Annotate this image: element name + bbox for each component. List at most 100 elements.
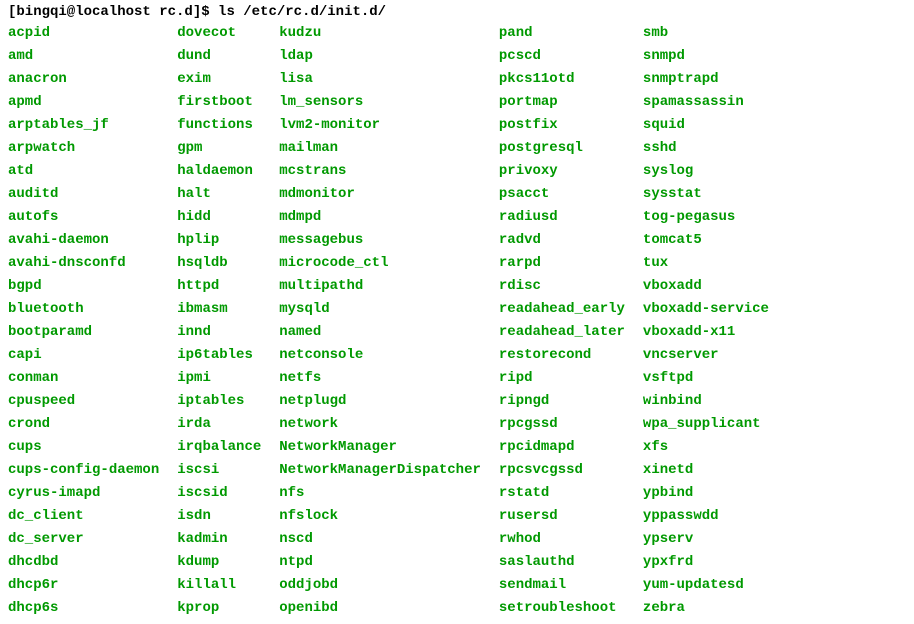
ls-output: acpid amd anacron apmd arptables_jf arpw… [8, 22, 906, 620]
file-entry: gpm [177, 137, 261, 160]
terminal-prompt-line: [bingqi@localhost rc.d]$ ls /etc/rc.d/in… [8, 4, 906, 20]
ls-column-1: dovecot dund exim firstboot functions gp… [177, 22, 261, 620]
file-entry: rstatd [499, 482, 625, 505]
file-entry: ipmi [177, 367, 261, 390]
file-entry: postfix [499, 114, 625, 137]
file-entry: vncserver [643, 344, 769, 367]
file-entry: avahi-dnsconfd [8, 252, 159, 275]
file-entry: xinetd [643, 459, 769, 482]
file-entry: netconsole [279, 344, 481, 367]
file-entry: kdump [177, 551, 261, 574]
file-entry: kprop [177, 597, 261, 620]
file-entry: zebra [643, 597, 769, 620]
file-entry: ntpd [279, 551, 481, 574]
file-entry: iscsid [177, 482, 261, 505]
prompt-user-host: [bingqi@localhost rc.d]$ [8, 4, 218, 20]
file-entry: mcstrans [279, 160, 481, 183]
file-entry: rpcgssd [499, 413, 625, 436]
file-entry: vboxadd [643, 275, 769, 298]
file-entry: apmd [8, 91, 159, 114]
file-entry: vboxadd-service [643, 298, 769, 321]
file-entry: rdisc [499, 275, 625, 298]
file-entry: dc_client [8, 505, 159, 528]
file-entry: rarpd [499, 252, 625, 275]
file-entry: messagebus [279, 229, 481, 252]
file-entry: saslauthd [499, 551, 625, 574]
file-entry: irqbalance [177, 436, 261, 459]
file-entry: postgresql [499, 137, 625, 160]
file-entry: vsftpd [643, 367, 769, 390]
file-entry: killall [177, 574, 261, 597]
file-entry: hsqldb [177, 252, 261, 275]
file-entry: rwhod [499, 528, 625, 551]
file-entry: cyrus-imapd [8, 482, 159, 505]
file-entry: ypserv [643, 528, 769, 551]
file-entry: pcscd [499, 45, 625, 68]
file-entry: named [279, 321, 481, 344]
file-entry: nfs [279, 482, 481, 505]
file-entry: httpd [177, 275, 261, 298]
file-entry: syslog [643, 160, 769, 183]
file-entry: anacron [8, 68, 159, 91]
file-entry: tomcat5 [643, 229, 769, 252]
file-entry: psacct [499, 183, 625, 206]
file-entry: sysstat [643, 183, 769, 206]
file-entry: privoxy [499, 160, 625, 183]
ls-column-4: smb snmpd snmptrapd spamassassin squid s… [643, 22, 769, 620]
file-entry: auditd [8, 183, 159, 206]
file-entry: atd [8, 160, 159, 183]
file-entry: lm_sensors [279, 91, 481, 114]
file-entry: dhcp6r [8, 574, 159, 597]
file-entry: NetworkManager [279, 436, 481, 459]
file-entry: dc_server [8, 528, 159, 551]
file-entry: amd [8, 45, 159, 68]
ls-column-2: kudzu ldap lisa lm_sensors lvm2-monitor … [279, 22, 481, 620]
ls-column-3: pand pcscd pkcs11otd portmap postfix pos… [499, 22, 625, 620]
file-entry: iptables [177, 390, 261, 413]
file-entry: conman [8, 367, 159, 390]
file-entry: sendmail [499, 574, 625, 597]
file-entry: rpcidmapd [499, 436, 625, 459]
file-entry: snmptrapd [643, 68, 769, 91]
ls-column-0: acpid amd anacron apmd arptables_jf arpw… [8, 22, 159, 620]
file-entry: kudzu [279, 22, 481, 45]
file-entry: avahi-daemon [8, 229, 159, 252]
file-entry: firstboot [177, 91, 261, 114]
file-entry: dhcp6s [8, 597, 159, 620]
file-entry: radvd [499, 229, 625, 252]
file-entry: pkcs11otd [499, 68, 625, 91]
file-entry: cups [8, 436, 159, 459]
file-entry: radiusd [499, 206, 625, 229]
file-entry: setroubleshoot [499, 597, 625, 620]
file-entry: dund [177, 45, 261, 68]
file-entry: nscd [279, 528, 481, 551]
file-entry: dhcdbd [8, 551, 159, 574]
file-entry: multipathd [279, 275, 481, 298]
file-entry: lisa [279, 68, 481, 91]
file-entry: hidd [177, 206, 261, 229]
file-entry: netplugd [279, 390, 481, 413]
file-entry: autofs [8, 206, 159, 229]
file-entry: tog-pegasus [643, 206, 769, 229]
file-entry: yum-updatesd [643, 574, 769, 597]
file-entry: hplip [177, 229, 261, 252]
prompt-command: ls /etc/rc.d/init.d/ [218, 4, 386, 20]
file-entry: capi [8, 344, 159, 367]
file-entry: readahead_later [499, 321, 625, 344]
file-entry: nfslock [279, 505, 481, 528]
file-entry: oddjobd [279, 574, 481, 597]
file-entry: halt [177, 183, 261, 206]
file-entry: mysqld [279, 298, 481, 321]
file-entry: isdn [177, 505, 261, 528]
file-entry: bluetooth [8, 298, 159, 321]
file-entry: openibd [279, 597, 481, 620]
file-entry: ldap [279, 45, 481, 68]
file-entry: yppasswdd [643, 505, 769, 528]
file-entry: ripngd [499, 390, 625, 413]
file-entry: iscsi [177, 459, 261, 482]
file-entry: exim [177, 68, 261, 91]
file-entry: wpa_supplicant [643, 413, 769, 436]
file-entry: NetworkManagerDispatcher [279, 459, 481, 482]
file-entry: innd [177, 321, 261, 344]
file-entry: mdmonitor [279, 183, 481, 206]
